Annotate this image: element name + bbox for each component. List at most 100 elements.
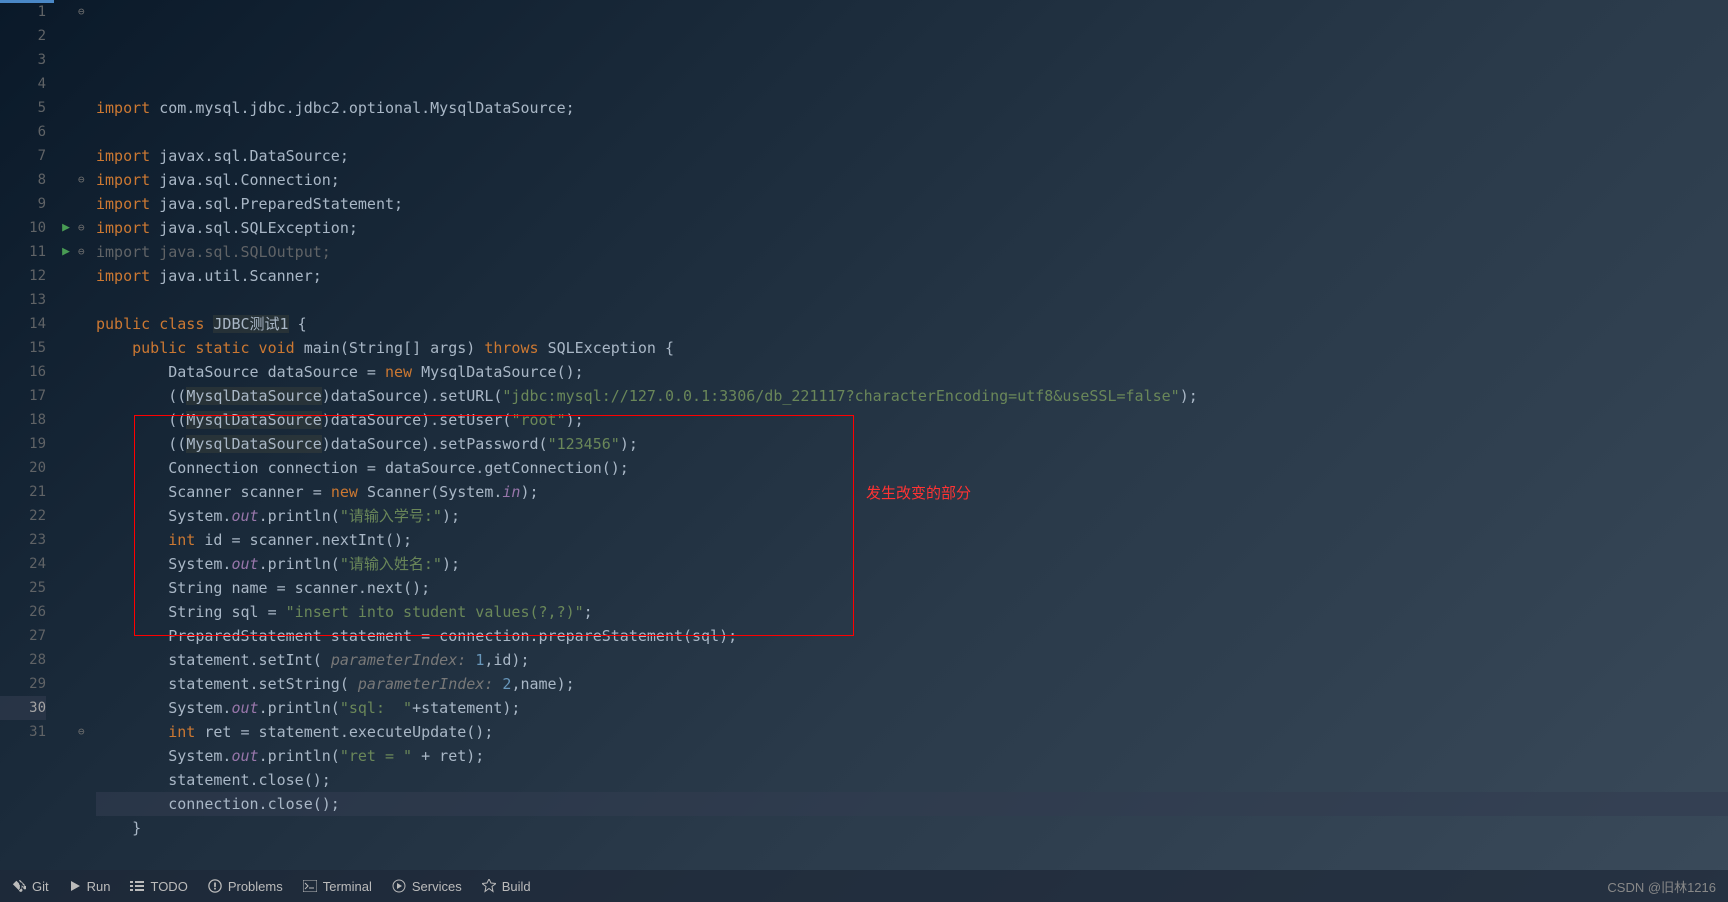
problems-button[interactable]: Problems (208, 879, 283, 894)
todo-button[interactable]: TODO (130, 879, 187, 894)
code-content[interactable]: 发生改变的部分 import com.mysql.jdbc.jdbc2.opti… (96, 0, 1728, 870)
line-number[interactable]: 1 (0, 0, 46, 24)
code-line[interactable]: Connection connection = dataSource.getCo… (96, 456, 1728, 480)
code-line[interactable] (96, 288, 1728, 312)
line-number[interactable]: 9 (0, 192, 46, 216)
fold-marker (78, 504, 96, 528)
code-line[interactable]: DataSource dataSource = new MysqlDataSou… (96, 360, 1728, 384)
code-line[interactable]: ((MysqlDataSource)dataSource).setPasswor… (96, 432, 1728, 456)
code-line[interactable]: statement.close(); (96, 768, 1728, 792)
line-number[interactable]: 7 (0, 144, 46, 168)
line-number[interactable]: 3 (0, 48, 46, 72)
code-line[interactable]: import java.sql.PreparedStatement; (96, 192, 1728, 216)
line-number[interactable]: 20 (0, 456, 46, 480)
run-gutter[interactable]: ▶▶ (54, 0, 78, 870)
fold-marker (78, 96, 96, 120)
fold-marker (78, 120, 96, 144)
code-line[interactable]: public class JDBC测试1 { (96, 312, 1728, 336)
line-number[interactable]: 10 (0, 216, 46, 240)
line-number[interactable]: 16 (0, 360, 46, 384)
code-editor[interactable]: 1234567891011121314151617181920212223242… (0, 0, 1728, 870)
code-line[interactable]: System.out.println("sql: "+statement); (96, 696, 1728, 720)
fold-marker[interactable]: ⊖ (78, 216, 96, 240)
line-number[interactable]: 31 (0, 720, 46, 744)
line-number[interactable]: 28 (0, 648, 46, 672)
code-line[interactable]: import java.util.Scanner; (96, 264, 1728, 288)
line-number[interactable]: 29 (0, 672, 46, 696)
line-number[interactable]: 27 (0, 624, 46, 648)
fold-marker (78, 432, 96, 456)
line-number[interactable]: 23 (0, 528, 46, 552)
code-line[interactable]: import java.sql.Connection; (96, 168, 1728, 192)
line-number[interactable]: 2 (0, 24, 46, 48)
line-number[interactable]: 21 (0, 480, 46, 504)
code-line[interactable] (96, 120, 1728, 144)
line-number[interactable]: 13 (0, 288, 46, 312)
code-line[interactable]: System.out.println("ret = " + ret); (96, 744, 1728, 768)
code-line[interactable]: import java.sql.SQLOutput; (96, 240, 1728, 264)
code-line[interactable]: public static void main(String[] args) t… (96, 336, 1728, 360)
run-marker[interactable]: ▶ (54, 240, 78, 264)
line-number[interactable]: 19 (0, 432, 46, 456)
line-number[interactable]: 14 (0, 312, 46, 336)
code-line[interactable]: System.out.println("请输入学号:"); (96, 504, 1728, 528)
run-marker (54, 72, 78, 96)
fold-marker (78, 600, 96, 624)
line-number[interactable]: 6 (0, 120, 46, 144)
code-line[interactable]: ((MysqlDataSource)dataSource).setUser("r… (96, 408, 1728, 432)
code-line[interactable]: ((MysqlDataSource)dataSource).setURL("jd… (96, 384, 1728, 408)
line-number[interactable]: 18 (0, 408, 46, 432)
fold-marker (78, 480, 96, 504)
fold-marker[interactable]: ⊖ (78, 168, 96, 192)
code-line[interactable]: int ret = statement.executeUpdate(); (96, 720, 1728, 744)
run-marker (54, 648, 78, 672)
fold-marker (78, 624, 96, 648)
code-line[interactable]: } (96, 816, 1728, 840)
line-number[interactable]: 25 (0, 576, 46, 600)
fold-gutter[interactable]: ⊖⊖⊖⊖⊖ (78, 0, 96, 870)
code-line[interactable]: connection.close(); (96, 792, 1728, 816)
code-line[interactable]: PreparedStatement statement = connection… (96, 624, 1728, 648)
code-line[interactable]: int id = scanner.nextInt(); (96, 528, 1728, 552)
services-button[interactable]: Services (392, 879, 462, 894)
fold-marker (78, 360, 96, 384)
line-number[interactable]: 12 (0, 264, 46, 288)
code-line[interactable]: import com.mysql.jdbc.jdbc2.optional.Mys… (96, 96, 1728, 120)
line-number[interactable]: 5 (0, 96, 46, 120)
run-marker (54, 144, 78, 168)
run-marker[interactable]: ▶ (54, 216, 78, 240)
git-button[interactable]: Git (12, 879, 49, 894)
fold-marker[interactable]: ⊖ (78, 0, 96, 24)
line-number-gutter[interactable]: 1234567891011121314151617181920212223242… (0, 0, 54, 870)
line-number[interactable]: 24 (0, 552, 46, 576)
line-number[interactable]: 17 (0, 384, 46, 408)
build-button[interactable]: Build (482, 879, 531, 894)
code-line[interactable]: import java.sql.SQLException; (96, 216, 1728, 240)
git-label: Git (32, 879, 49, 894)
run-marker (54, 504, 78, 528)
line-number[interactable]: 30 (0, 696, 46, 720)
code-line[interactable]: System.out.println("请输入姓名:"); (96, 552, 1728, 576)
line-number[interactable]: 26 (0, 600, 46, 624)
fold-marker (78, 672, 96, 696)
line-number[interactable]: 8 (0, 168, 46, 192)
run-button[interactable]: Run (69, 879, 111, 894)
fold-marker (78, 648, 96, 672)
line-number[interactable]: 22 (0, 504, 46, 528)
terminal-button[interactable]: Terminal (303, 879, 372, 894)
code-line[interactable]: statement.setInt( parameterIndex: 1,id); (96, 648, 1728, 672)
run-marker (54, 168, 78, 192)
code-line[interactable]: statement.setString( parameterIndex: 2,n… (96, 672, 1728, 696)
line-number[interactable]: 4 (0, 72, 46, 96)
fold-marker[interactable]: ⊖ (78, 720, 96, 744)
code-line[interactable]: String name = scanner.next(); (96, 576, 1728, 600)
run-marker (54, 96, 78, 120)
line-number[interactable]: 11 (0, 240, 46, 264)
line-number[interactable]: 15 (0, 336, 46, 360)
run-marker (54, 720, 78, 744)
fold-marker[interactable]: ⊖ (78, 240, 96, 264)
code-line[interactable]: String sql = "insert into student values… (96, 600, 1728, 624)
code-line[interactable]: import javax.sql.DataSource; (96, 144, 1728, 168)
fold-marker (78, 552, 96, 576)
run-marker (54, 432, 78, 456)
